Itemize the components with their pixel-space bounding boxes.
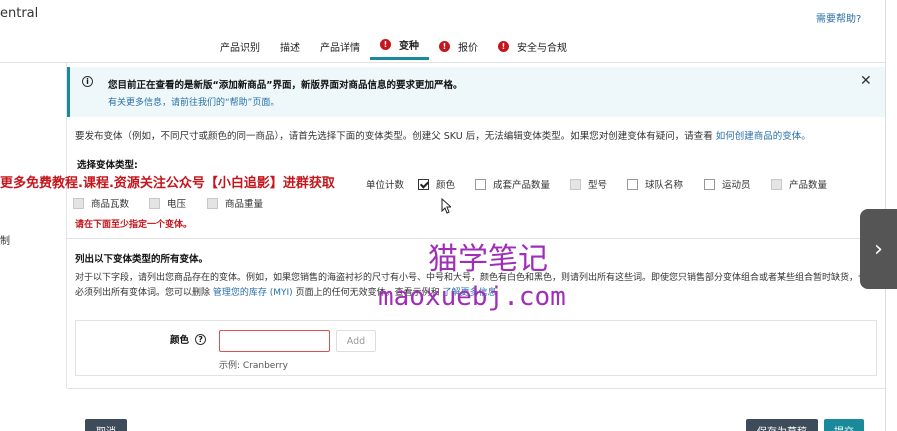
help-link[interactable]: 需要帮助? bbox=[816, 10, 861, 25]
tab-label: 报价 bbox=[458, 42, 478, 54]
info-icon: i bbox=[82, 76, 93, 87]
submit-button[interactable]: 提交 bbox=[824, 419, 864, 431]
variation-option-voltage[interactable]: 电压 bbox=[149, 196, 186, 210]
tab-variations[interactable]: ! 变种 bbox=[370, 32, 429, 60]
tab-label: 产品识别 bbox=[220, 42, 260, 54]
chevron-right-icon[interactable]: › bbox=[860, 209, 897, 289]
promo-watermark-red: 更多免费教程.课程.资源关注公众号【小白追影】进群获取 bbox=[0, 176, 335, 191]
checkbox[interactable] bbox=[627, 178, 638, 190]
watermark-url: maoxuebj.com bbox=[378, 282, 566, 312]
sidebar-stub-text: 制 bbox=[0, 236, 10, 247]
banner-help-link[interactable]: 有关更多信息，请前往我们的“帮助”页面。 bbox=[108, 95, 279, 108]
variation-option-pack-count[interactable]: 成套产品数量 bbox=[475, 177, 550, 191]
tab-divider bbox=[0, 62, 885, 63]
checkbox-disabled[interactable] bbox=[570, 178, 581, 190]
checkbox-disabled[interactable] bbox=[73, 197, 84, 209]
banner-title: 您目前正在查看的是新版“添加新商品”界面，新版界面对商品信息的要求更加严格。 bbox=[108, 80, 463, 91]
variation-option-unit-count[interactable]: 单位计数 bbox=[366, 177, 404, 191]
option-label: 球队名称 bbox=[645, 180, 684, 191]
manage-inventory-link[interactable]: 管理您的库存 (MYI) bbox=[213, 288, 293, 298]
checkbox-disabled[interactable] bbox=[149, 197, 160, 209]
tab-label: 变种 bbox=[399, 41, 419, 52]
variation-option-color[interactable]: 颜色 bbox=[418, 177, 455, 191]
variation-option-athlete[interactable]: 运动员 bbox=[704, 177, 751, 191]
tab-label: 安全与合规 bbox=[517, 42, 567, 54]
tab-offer[interactable]: ! 报价 bbox=[429, 32, 488, 60]
watermark-cn: 猫学笔记 bbox=[428, 242, 548, 277]
save-draft-button[interactable]: 保存为草稿 bbox=[746, 419, 818, 431]
footer-divider bbox=[67, 388, 885, 389]
mouse-cursor-icon bbox=[441, 198, 451, 214]
option-label: 型号 bbox=[588, 180, 608, 191]
brand-name: entral bbox=[0, 6, 39, 21]
variation-option-team-name[interactable]: 球队名称 bbox=[627, 177, 683, 191]
option-label: 商品瓦数 bbox=[91, 199, 130, 210]
variation-type-label: 选择变体类型: bbox=[77, 160, 138, 171]
warning-icon: ! bbox=[498, 40, 509, 52]
info-banner: i 您目前正在查看的是新版“添加新商品”界面，新版界面对商品信息的要求更加严格。… bbox=[67, 67, 885, 117]
field-label-text: 颜色 bbox=[170, 335, 190, 346]
add-button[interactable]: Add bbox=[336, 330, 376, 352]
intro-text: 要发布变体（例如，不同尺寸或颜色的同一商品），请首先选择下面的变体类型。创建父 … bbox=[75, 128, 811, 142]
list-variations-title: 列出以下变体类型的所有变体。 bbox=[75, 254, 209, 265]
warning-icon: ! bbox=[439, 40, 450, 52]
checkbox-disabled[interactable] bbox=[207, 197, 218, 209]
option-label: 电压 bbox=[167, 199, 187, 210]
variation-error-message: 请在下面至少指定一个变体。 bbox=[75, 220, 193, 230]
how-to-create-variations-link[interactable]: 如何创建商品的变体。 bbox=[716, 131, 811, 142]
tab-product-identity[interactable]: 产品识别 bbox=[210, 32, 270, 60]
tab-bar: 产品识别 描述 产品详情 ! 变种 ! 报价 ! 安全与合规 bbox=[210, 32, 577, 62]
tab-description[interactable]: 描述 bbox=[270, 32, 310, 60]
tab-label: 描述 bbox=[280, 42, 300, 54]
option-label: 产品数量 bbox=[789, 180, 828, 191]
close-icon[interactable]: ✕ bbox=[860, 73, 872, 89]
warning-icon: ! bbox=[380, 39, 391, 50]
variation-option-item-weight[interactable]: 商品重量 bbox=[207, 196, 263, 210]
cancel-button[interactable]: 取消 bbox=[85, 419, 127, 431]
color-example-hint: 示例: Cranberry bbox=[219, 361, 288, 371]
desc-text: 必须列出所有变体词。您可以删除 bbox=[75, 288, 211, 298]
option-label: 颜色 bbox=[436, 180, 456, 191]
help-icon[interactable]: ? bbox=[195, 333, 207, 345]
tab-label: 产品详情 bbox=[320, 42, 360, 54]
option-label: 运动员 bbox=[722, 180, 751, 191]
variation-option-wattage[interactable]: 商品瓦数 bbox=[73, 196, 129, 210]
intro-body: 要发布变体（例如，不同尺寸或颜色的同一商品），请首先选择下面的变体类型。创建父 … bbox=[75, 131, 713, 142]
option-label: 商品重量 bbox=[225, 199, 264, 210]
variation-values-panel bbox=[75, 320, 877, 376]
checkbox[interactable] bbox=[475, 178, 486, 190]
color-field-label: 颜色 ? bbox=[170, 332, 207, 346]
tab-product-details[interactable]: 产品详情 bbox=[310, 32, 370, 60]
variation-option-item-quantity[interactable]: 产品数量 bbox=[771, 177, 827, 191]
checkbox-checked[interactable] bbox=[418, 178, 429, 190]
checkbox-disabled[interactable] bbox=[771, 178, 782, 190]
tab-safety-compliance[interactable]: ! 安全与合规 bbox=[488, 32, 577, 60]
option-label: 成套产品数量 bbox=[493, 180, 551, 191]
checkbox[interactable] bbox=[704, 178, 715, 190]
color-input[interactable] bbox=[219, 330, 330, 352]
variation-option-model[interactable]: 型号 bbox=[570, 177, 607, 191]
